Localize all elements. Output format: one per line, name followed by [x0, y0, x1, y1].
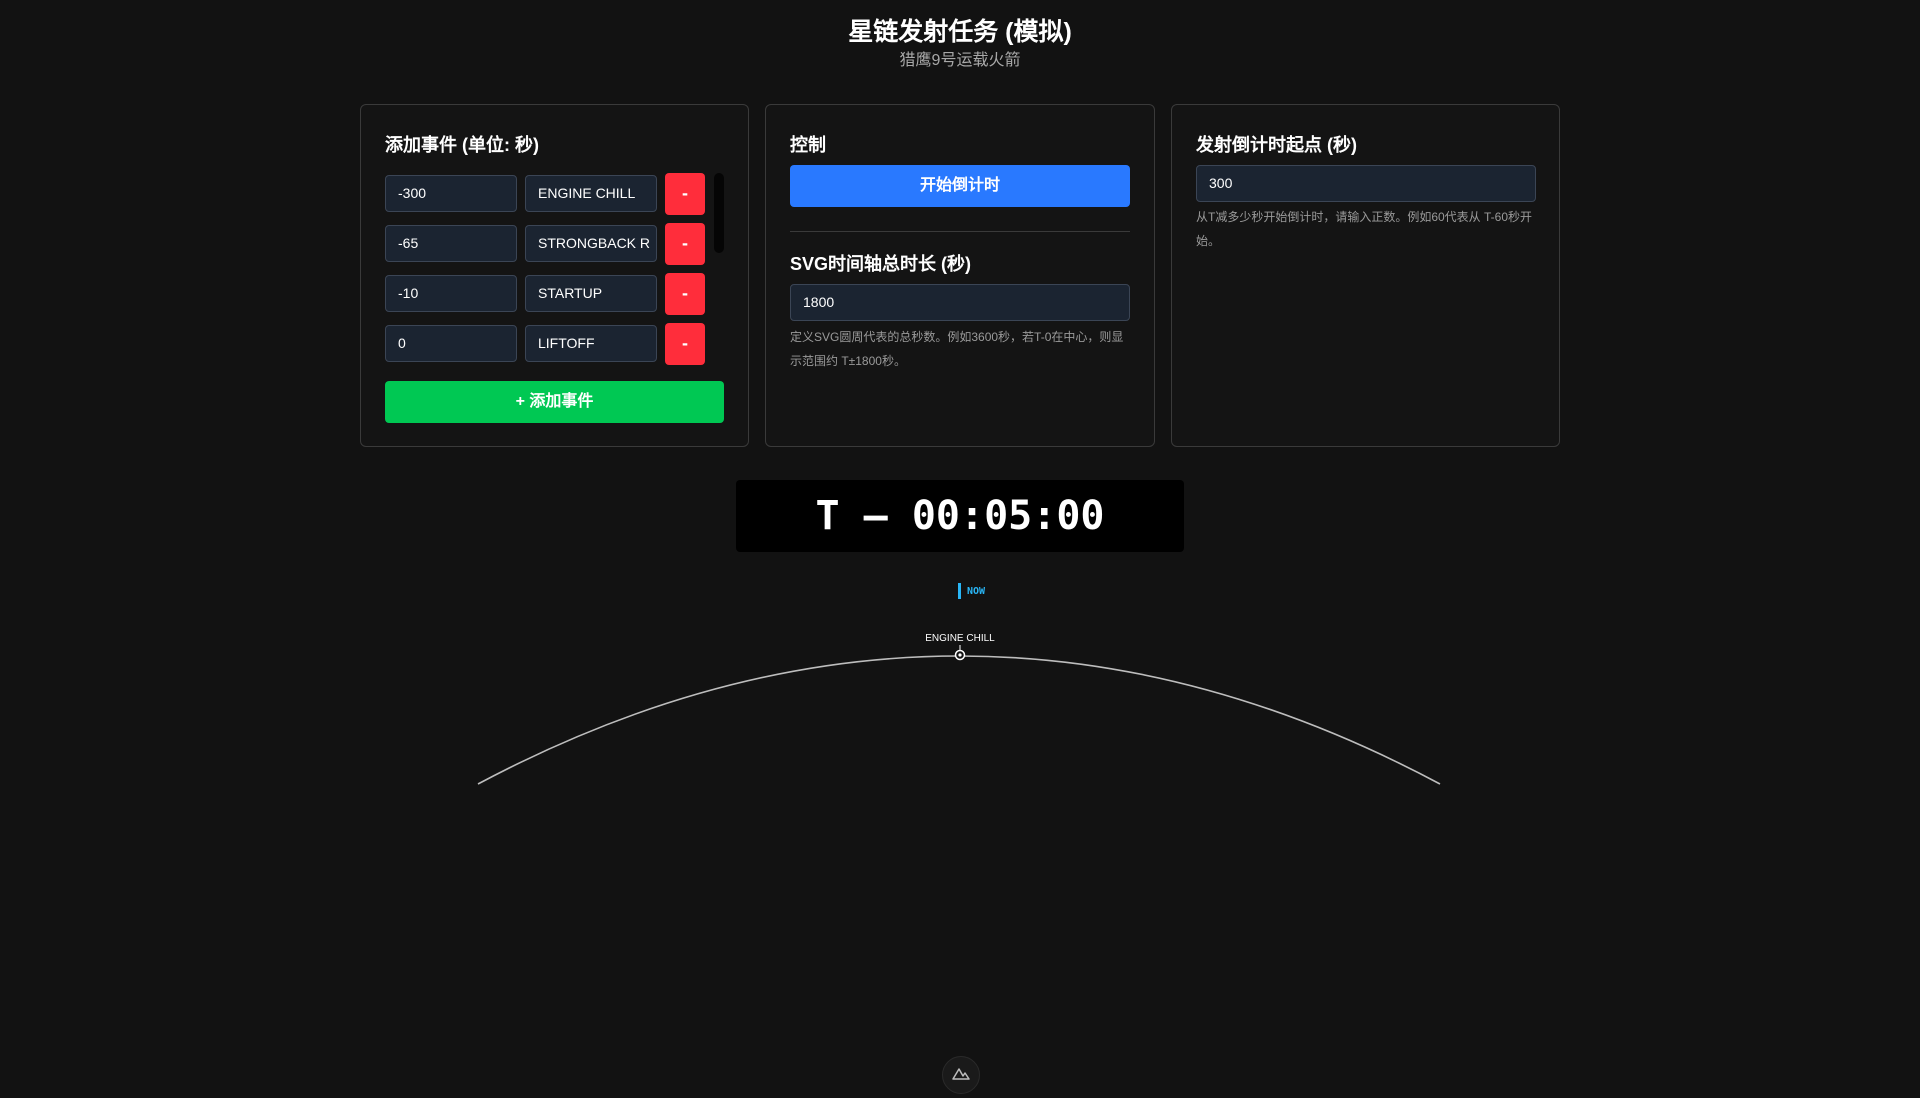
timeline-arc-path	[477, 655, 1441, 785]
remove-event-button[interactable]: -	[665, 273, 705, 315]
start-countdown-button[interactable]: 开始倒计时	[790, 165, 1130, 207]
event-time-input[interactable]: -300	[385, 175, 517, 212]
countdown-start-title: 发射倒计时起点 (秒)	[1196, 135, 1357, 155]
mountain-logo-icon	[952, 1068, 970, 1080]
duration-input[interactable]: 1800	[790, 284, 1130, 321]
event-time-input[interactable]: 0	[385, 325, 517, 362]
countdown-start-panel: 发射倒计时起点 (秒) 300 从T减多少秒开始倒计时，请输入正数。例如60代表…	[1171, 104, 1560, 447]
logo-badge[interactable]	[942, 1056, 980, 1094]
event-time-input[interactable]: -10	[385, 275, 517, 312]
control-panel: 控制 开始倒计时 SVG时间轴总时长 (秒) 1800 定义SVG圆周代表的总秒…	[765, 104, 1155, 447]
divider	[790, 231, 1130, 232]
event-name-input[interactable]: STARTUP	[525, 275, 657, 312]
events-scrollbar[interactable]	[714, 173, 724, 253]
page-title: 星链发射任务 (模拟)	[848, 18, 1072, 46]
events-panel-title: 添加事件 (单位: 秒)	[385, 135, 539, 155]
event-marker-dot	[958, 653, 962, 657]
control-panel-title: 控制	[790, 135, 826, 155]
page-subtitle: 猎鹰9号运载火箭	[899, 52, 1021, 69]
now-label: NOW	[967, 586, 986, 597]
remove-event-button[interactable]: -	[665, 173, 705, 215]
countdown-clock: T – 00:05:00	[736, 480, 1184, 552]
page-header: 星链发射任务 (模拟) 猎鹰9号运载火箭	[0, 16, 1920, 72]
event-name-input[interactable]: STRONGBACK R	[525, 225, 657, 262]
event-time-input[interactable]: -65	[385, 225, 517, 262]
countdown-help-text: 从T减多少秒开始倒计时，请输入正数。例如60代表从 T-60秒开始。	[1196, 210, 1533, 248]
timeline-arc: ENGINE CHILL	[477, 633, 1441, 785]
add-event-button[interactable]: + 添加事件	[385, 381, 724, 423]
duration-title: SVG时间轴总时长 (秒)	[790, 254, 972, 274]
duration-help-text: 定义SVG圆周代表的总秒数。例如3600秒，若T-0在中心，则显示范围约 T±1…	[790, 330, 1124, 368]
remove-event-button[interactable]: -	[665, 323, 705, 365]
event-name-input[interactable]: ENGINE CHILL	[525, 175, 657, 212]
timeline-event-label: ENGINE CHILL	[925, 633, 995, 644]
now-marker	[958, 583, 961, 599]
countdown-start-input[interactable]: 300	[1196, 165, 1536, 202]
event-name-input[interactable]: LIFTOFF	[525, 325, 657, 362]
events-panel: 添加事件 (单位: 秒) -300 ENGINE CHILL - -65 STR…	[360, 104, 749, 447]
remove-event-button[interactable]: -	[665, 223, 705, 265]
